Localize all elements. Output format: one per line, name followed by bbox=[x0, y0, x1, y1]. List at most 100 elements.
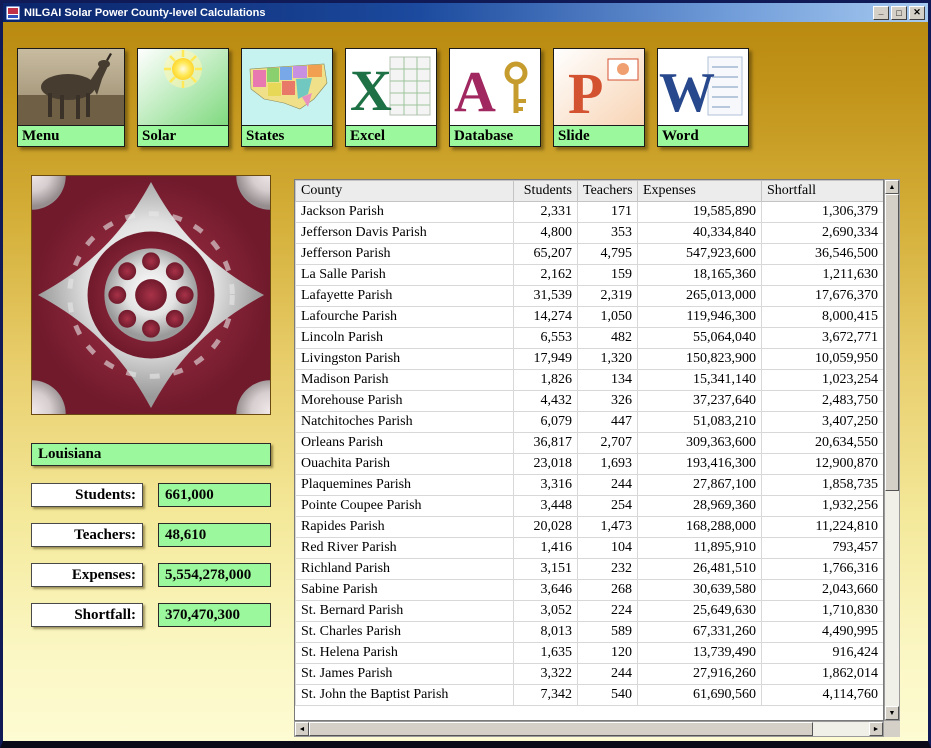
students-cell: 6,079 bbox=[514, 412, 578, 433]
teachers-cell: 134 bbox=[578, 370, 638, 391]
students-cell: 2,331 bbox=[514, 202, 578, 223]
county-cell: Ouachita Parish bbox=[296, 454, 514, 475]
word-button[interactable]: W Word bbox=[657, 48, 749, 147]
teachers-value[interactable]: 48,610 bbox=[158, 523, 271, 547]
vertical-scroll-thumb[interactable] bbox=[885, 194, 899, 491]
database-button[interactable]: A Database bbox=[449, 48, 541, 147]
menu-button[interactable]: Menu bbox=[17, 48, 125, 147]
teachers-cell: 159 bbox=[578, 265, 638, 286]
expenses-cell: 265,013,000 bbox=[638, 286, 762, 307]
shortfall-cell: 793,457 bbox=[762, 538, 884, 559]
students-value[interactable]: 661,000 bbox=[158, 483, 271, 507]
maximize-button[interactable]: □ bbox=[891, 6, 907, 20]
county-cell: Morehouse Parish bbox=[296, 391, 514, 412]
teachers-cell: 353 bbox=[578, 223, 638, 244]
expenses-cell: 26,481,510 bbox=[638, 559, 762, 580]
county-grid-viewport: County Students Teachers Expenses Shortf… bbox=[294, 179, 884, 721]
students-cell: 3,448 bbox=[514, 496, 578, 517]
table-row[interactable]: St. Bernard Parish 3,052 224 25,649,630 … bbox=[296, 601, 884, 622]
students-cell: 1,416 bbox=[514, 538, 578, 559]
table-row[interactable]: Natchitoches Parish 6,079 447 51,083,210… bbox=[296, 412, 884, 433]
close-button[interactable]: ✕ bbox=[909, 6, 925, 20]
table-row[interactable]: Rapides Parish 20,028 1,473 168,288,000 … bbox=[296, 517, 884, 538]
teachers-cell: 2,707 bbox=[578, 433, 638, 454]
horizontal-scrollbar[interactable]: ◄ ► bbox=[294, 721, 884, 737]
table-row[interactable]: Ouachita Parish 23,018 1,693 193,416,300… bbox=[296, 454, 884, 475]
table-row[interactable]: St. James Parish 3,322 244 27,916,260 1,… bbox=[296, 664, 884, 685]
column-header-teachers: Teachers bbox=[578, 181, 638, 202]
students-cell: 3,322 bbox=[514, 664, 578, 685]
table-row[interactable]: Lincoln Parish 6,553 482 55,064,040 3,67… bbox=[296, 328, 884, 349]
table-row[interactable]: Jackson Parish 2,331 171 19,585,890 1,30… bbox=[296, 202, 884, 223]
students-cell: 2,162 bbox=[514, 265, 578, 286]
teachers-cell: 232 bbox=[578, 559, 638, 580]
teachers-cell: 1,320 bbox=[578, 349, 638, 370]
access-icon: A bbox=[450, 49, 540, 125]
county-grid: County Students Teachers Expenses Shortf… bbox=[294, 179, 900, 737]
app-icon bbox=[6, 6, 20, 20]
title-bar[interactable]: NILGAI Solar Power County-level Calculat… bbox=[3, 3, 928, 22]
table-row[interactable]: Morehouse Parish 4,432 326 37,237,640 2,… bbox=[296, 391, 884, 412]
shortfall-cell: 1,710,830 bbox=[762, 601, 884, 622]
vertical-scroll-track[interactable] bbox=[885, 194, 899, 706]
table-row[interactable]: La Salle Parish 2,162 159 18,165,360 1,2… bbox=[296, 265, 884, 286]
county-cell: Livingston Parish bbox=[296, 349, 514, 370]
table-row[interactable]: Lafourche Parish 14,274 1,050 119,946,30… bbox=[296, 307, 884, 328]
menu-button-label: Menu bbox=[18, 125, 124, 146]
word-icon: W bbox=[658, 49, 748, 125]
table-row[interactable]: Livingston Parish 17,949 1,320 150,823,9… bbox=[296, 349, 884, 370]
solar-button[interactable]: Solar bbox=[137, 48, 229, 147]
table-row[interactable]: St. Helena Parish 1,635 120 13,739,490 9… bbox=[296, 643, 884, 664]
table-row[interactable]: St. John the Baptist Parish 7,342 540 61… bbox=[296, 685, 884, 706]
table-row[interactable]: Jefferson Parish 65,207 4,795 547,923,60… bbox=[296, 244, 884, 265]
expenses-cell: 13,739,490 bbox=[638, 643, 762, 664]
word-button-label: Word bbox=[658, 125, 748, 146]
us-map-icon bbox=[242, 49, 332, 125]
shortfall-value[interactable]: 370,470,300 bbox=[158, 603, 271, 627]
table-row[interactable]: Red River Parish 1,416 104 11,895,910 79… bbox=[296, 538, 884, 559]
teachers-cell: 2,319 bbox=[578, 286, 638, 307]
county-cell: St. James Parish bbox=[296, 664, 514, 685]
table-row[interactable]: Madison Parish 1,826 134 15,341,140 1,02… bbox=[296, 370, 884, 391]
table-row[interactable]: Jefferson Davis Parish 4,800 353 40,334,… bbox=[296, 223, 884, 244]
states-button-label: States bbox=[242, 125, 332, 146]
scroll-up-icon[interactable]: ▲ bbox=[885, 180, 899, 194]
county-cell: St. Charles Parish bbox=[296, 622, 514, 643]
county-cell: St. Helena Parish bbox=[296, 643, 514, 664]
toolbar: Menu Solar bbox=[17, 48, 749, 147]
expenses-cell: 119,946,300 bbox=[638, 307, 762, 328]
expenses-cell: 25,649,630 bbox=[638, 601, 762, 622]
table-row[interactable]: Richland Parish 3,151 232 26,481,510 1,7… bbox=[296, 559, 884, 580]
county-table: County Students Teachers Expenses Shortf… bbox=[295, 180, 884, 706]
horizontal-scroll-track[interactable] bbox=[309, 722, 869, 736]
teachers-cell: 268 bbox=[578, 580, 638, 601]
excel-button[interactable]: X Excel bbox=[345, 48, 437, 147]
students-cell: 3,646 bbox=[514, 580, 578, 601]
teachers-cell: 589 bbox=[578, 622, 638, 643]
column-header-county: County bbox=[296, 181, 514, 202]
expenses-cell: 40,334,840 bbox=[638, 223, 762, 244]
table-row[interactable]: Pointe Coupee Parish 3,448 254 28,969,36… bbox=[296, 496, 884, 517]
table-row[interactable]: Plaquemines Parish 3,316 244 27,867,100 … bbox=[296, 475, 884, 496]
vertical-scrollbar[interactable]: ▲ ▼ bbox=[884, 179, 900, 721]
table-row[interactable]: St. Charles Parish 8,013 589 67,331,260 … bbox=[296, 622, 884, 643]
scroll-down-icon[interactable]: ▼ bbox=[885, 706, 899, 720]
states-button[interactable]: States bbox=[241, 48, 333, 147]
horizontal-scroll-thumb[interactable] bbox=[309, 722, 813, 736]
scroll-right-icon[interactable]: ► bbox=[869, 722, 883, 736]
slide-button-label: Slide bbox=[554, 125, 644, 146]
scroll-left-icon[interactable]: ◄ bbox=[295, 722, 309, 736]
table-row[interactable]: Lafayette Parish 31,539 2,319 265,013,00… bbox=[296, 286, 884, 307]
table-row[interactable]: Orleans Parish 36,817 2,707 309,363,600 … bbox=[296, 433, 884, 454]
shortfall-cell: 3,672,771 bbox=[762, 328, 884, 349]
expenses-value[interactable]: 5,554,278,000 bbox=[158, 563, 271, 587]
shortfall-cell: 36,546,500 bbox=[762, 244, 884, 265]
county-cell: Orleans Parish bbox=[296, 433, 514, 454]
shortfall-cell: 1,862,014 bbox=[762, 664, 884, 685]
minimize-button[interactable]: _ bbox=[873, 6, 889, 20]
slide-button[interactable]: P Slide bbox=[553, 48, 645, 147]
access-glyph: A bbox=[454, 59, 496, 124]
nilgai-photo-icon bbox=[18, 49, 124, 125]
solar-button-label: Solar bbox=[138, 125, 228, 146]
table-row[interactable]: Sabine Parish 3,646 268 30,639,580 2,043… bbox=[296, 580, 884, 601]
